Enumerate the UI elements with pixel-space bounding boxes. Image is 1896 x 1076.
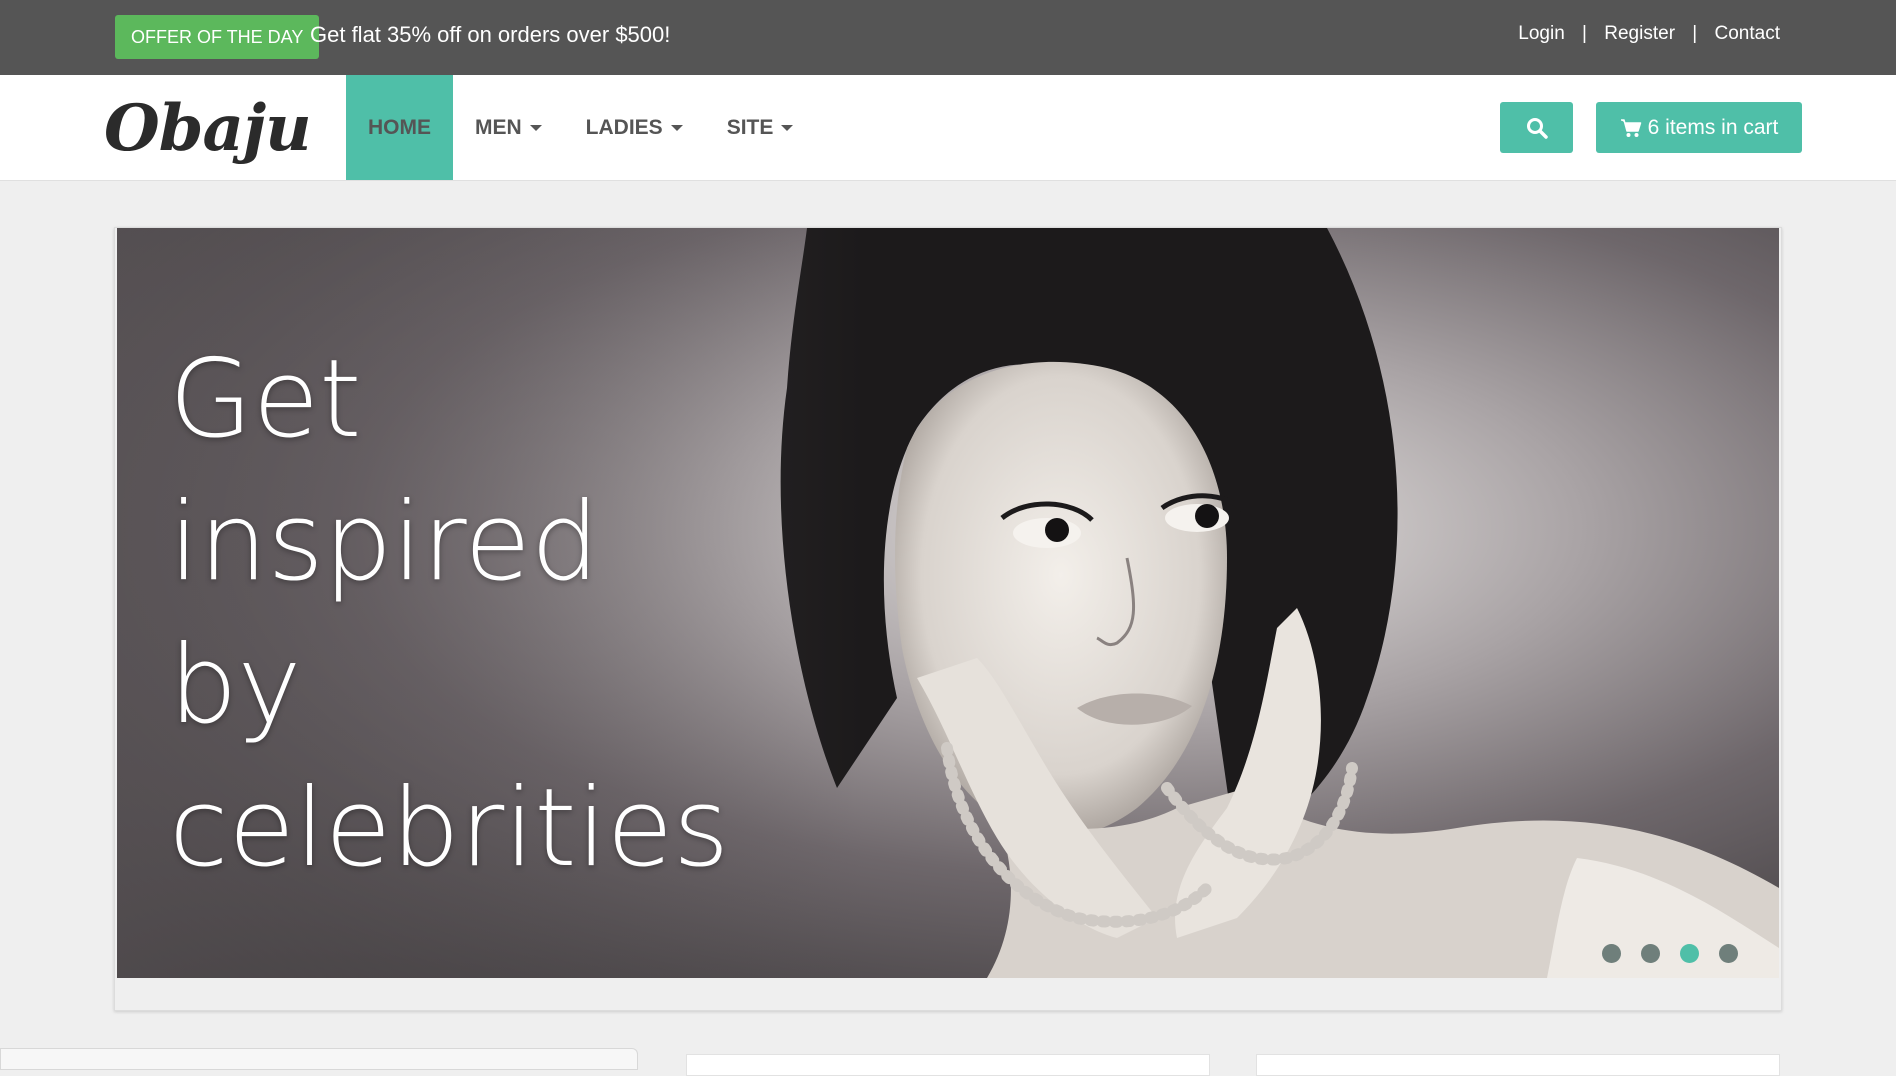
cart-button[interactable]: 6 items in cart xyxy=(1596,102,1802,153)
nav-item-ladies[interactable]: LADIES xyxy=(564,75,705,180)
offer-text: Get flat 35% off on orders over $500! xyxy=(310,22,671,47)
carousel-dot-2[interactable] xyxy=(1641,944,1660,963)
brand-logo[interactable]: Obaju xyxy=(104,91,312,166)
carousel-dot-1[interactable] xyxy=(1602,944,1621,963)
nav-item-site[interactable]: SITE xyxy=(705,75,816,180)
login-link[interactable]: Login xyxy=(1518,23,1565,44)
offer-of-the-day-badge[interactable]: OFFER OF THE DAY xyxy=(115,15,320,59)
nav-item-label: MEN xyxy=(475,116,522,139)
search-icon xyxy=(1526,117,1548,139)
link-separator: | xyxy=(1692,23,1698,44)
link-separator: | xyxy=(1582,23,1587,44)
feature-card xyxy=(686,1054,1210,1076)
top-bar: OFFER OF THE DAY Get flat 35% off on ord… xyxy=(0,0,1896,75)
feature-card xyxy=(1256,1054,1780,1076)
nav-item-men[interactable]: MEN xyxy=(453,75,564,180)
carousel-dot-4[interactable] xyxy=(1719,944,1738,963)
search-button[interactable] xyxy=(1500,102,1573,153)
chevron-down-icon xyxy=(529,125,542,132)
contact-link[interactable]: Contact xyxy=(1715,23,1780,44)
chevron-down-icon xyxy=(670,125,683,132)
hero-headline-line: by xyxy=(169,623,302,748)
carousel-dot-3[interactable] xyxy=(1680,944,1699,963)
main-navbar: Obaju HOME MEN LADIES SITE 6 items in ca… xyxy=(0,75,1896,181)
nav-item-home[interactable]: HOME xyxy=(346,75,453,180)
hero-headline-line: celebrities xyxy=(169,766,730,891)
register-link[interactable]: Register xyxy=(1604,23,1675,44)
cart-icon xyxy=(1620,118,1641,137)
hero-headline: Get inspired by celebrities xyxy=(169,328,769,900)
hero-slide[interactable]: Get inspired by celebrities xyxy=(117,228,1779,978)
nav-item-label: SITE xyxy=(726,116,774,139)
browser-status-tooltip xyxy=(0,1048,638,1070)
nav-item-label: HOME xyxy=(368,116,431,139)
hero-headline-line: Get xyxy=(169,337,362,462)
hero-headline-line: inspired xyxy=(169,480,600,605)
nav-item-label: LADIES xyxy=(585,116,663,139)
chevron-down-icon xyxy=(781,125,794,132)
top-links: Login | Register | Contact xyxy=(1518,23,1780,45)
main-nav: HOME MEN LADIES SITE xyxy=(346,75,815,180)
cart-label: 6 items in cart xyxy=(1647,115,1779,139)
carousel-pagination xyxy=(1602,944,1738,963)
